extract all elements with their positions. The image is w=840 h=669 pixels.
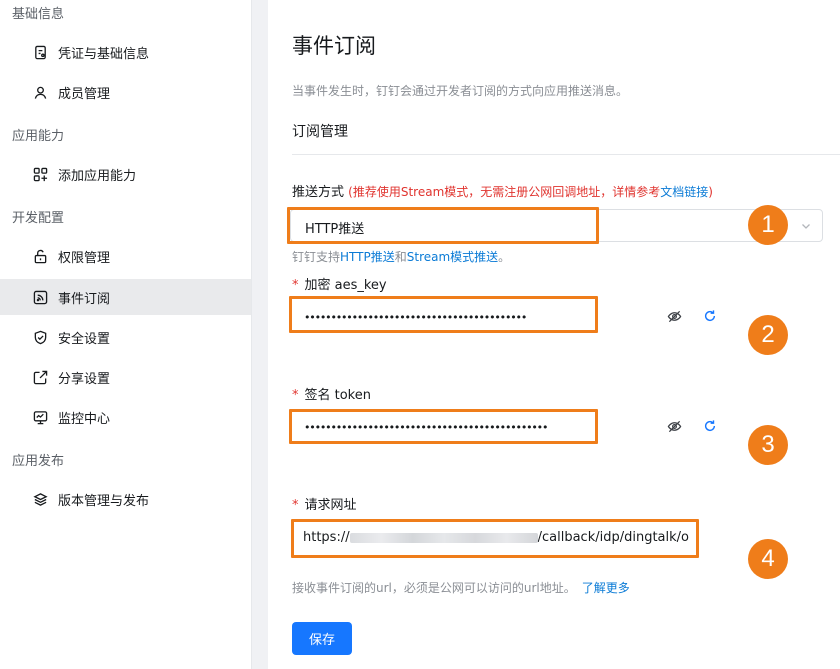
layers-icon bbox=[33, 492, 48, 507]
sidebar-item-label: 监控中心 bbox=[58, 411, 111, 427]
sidebar-item-label: 版本管理与发布 bbox=[58, 493, 150, 509]
sidebar-item-label: 添加应用能力 bbox=[58, 168, 137, 184]
learn-more-link[interactable]: 了解更多 bbox=[582, 581, 630, 595]
save-button[interactable]: 保存 bbox=[292, 622, 352, 655]
refresh-icon[interactable] bbox=[701, 417, 719, 435]
required-mark: * bbox=[292, 498, 299, 513]
nav-group-title: 基础信息 bbox=[12, 7, 65, 22]
chevron-down-icon bbox=[800, 220, 812, 232]
warning-suffix: ) bbox=[708, 185, 713, 199]
aes-key-label-row: * 加密 aes_key bbox=[292, 274, 387, 293]
hint-text: 和 bbox=[394, 250, 407, 264]
redacted-host bbox=[349, 532, 538, 543]
push-mode-label: 推送方式 bbox=[292, 185, 345, 200]
annotation-badge: 3 bbox=[748, 425, 788, 465]
aes-key-input[interactable]: ••••••••••••••••••••••••••••••••••••••••… bbox=[290, 301, 730, 334]
person-icon bbox=[33, 85, 48, 100]
sidebar-item-label: 凭证与基础信息 bbox=[58, 46, 150, 62]
hint-text: 。 bbox=[498, 250, 511, 264]
request-url-hint: 接收事件订阅的url，必须是公网可以访问的url地址。 了解更多 bbox=[292, 579, 630, 596]
page-title: 事件订阅 bbox=[292, 34, 376, 58]
request-url-input[interactable]: https:// /callback/idp/dingtalk/o bbox=[292, 520, 698, 558]
sidebar-item-credentials[interactable]: 凭证与基础信息 bbox=[0, 34, 251, 70]
push-mode-select[interactable]: HTTP推送 bbox=[290, 209, 823, 242]
sidebar-item-security[interactable]: 安全设置 bbox=[0, 319, 251, 355]
sidebar-item-label: 事件订阅 bbox=[58, 291, 111, 307]
sidebar-item-members[interactable]: 成员管理 bbox=[0, 74, 251, 110]
push-mode-label-row: 推送方式 (推荐使用Stream模式，无需注册公网回调地址，详情参考文档链接) bbox=[292, 181, 713, 200]
push-mode-hint: 钉钉支持HTTP推送和Stream模式推送。 bbox=[292, 248, 510, 265]
sidebar-item-label: 权限管理 bbox=[58, 250, 111, 266]
url-suffix: /callback/idp/dingtalk/o bbox=[537, 530, 689, 545]
sidebar-item-label: 分享设置 bbox=[58, 371, 111, 387]
nav-group-title: 开发配置 bbox=[12, 211, 65, 226]
annotation-badge: 1 bbox=[748, 205, 788, 245]
required-mark: * bbox=[292, 278, 299, 293]
nav-group-title: 应用能力 bbox=[12, 129, 65, 144]
share-icon bbox=[33, 370, 48, 385]
rss-icon bbox=[33, 290, 48, 305]
warning-text: (推荐使用Stream模式，无需注册公网回调地址，详情参考 bbox=[348, 185, 661, 199]
section-title: 订阅管理 bbox=[292, 124, 348, 140]
monitor-icon bbox=[33, 410, 48, 425]
token-input[interactable]: ••••••••••••••••••••••••••••••••••••••••… bbox=[290, 411, 730, 444]
credential-icon bbox=[33, 45, 48, 60]
required-mark: * bbox=[292, 388, 299, 403]
aes-key-masked-value: ••••••••••••••••••••••••••••••••••••••••… bbox=[304, 311, 527, 324]
sidebar-item-share[interactable]: 分享设置 bbox=[0, 359, 251, 395]
token-label: 签名 token bbox=[304, 388, 372, 403]
layout-gap bbox=[252, 0, 268, 669]
stream-push-link[interactable]: Stream模式推送 bbox=[407, 250, 498, 264]
sidebar-item-monitor[interactable]: 监控中心 bbox=[0, 399, 251, 435]
sidebar-item-permissions[interactable]: 权限管理 bbox=[0, 238, 251, 274]
request-url-value: https:// /callback/idp/dingtalk/o bbox=[303, 530, 689, 545]
token-masked-value: ••••••••••••••••••••••••••••••••••••••••… bbox=[304, 421, 548, 434]
sidebar-item-label: 成员管理 bbox=[58, 86, 111, 102]
doc-link[interactable]: 文档链接 bbox=[660, 185, 708, 199]
sidebar-item-add-capability[interactable]: 添加应用能力 bbox=[0, 156, 251, 192]
push-mode-value: HTTP推送 bbox=[305, 222, 365, 237]
nav-group-title: 应用发布 bbox=[12, 454, 65, 469]
sidebar-item-version-release[interactable]: 版本管理与发布 bbox=[0, 481, 251, 517]
hint-text: 接收事件订阅的url，必须是公网可以访问的url地址。 bbox=[292, 581, 576, 595]
annotation-badge: 4 bbox=[748, 539, 788, 579]
sidebar-item-event-subscription[interactable]: 事件订阅 bbox=[0, 279, 251, 315]
eye-off-icon[interactable] bbox=[665, 417, 683, 435]
sidebar: 基础信息 凭证与基础信息 成员管理 应用能力 添加应用能力 开发配置 权限管理 … bbox=[0, 0, 252, 669]
push-mode-warning: (推荐使用Stream模式，无需注册公网回调地址，详情参考文档链接) bbox=[348, 185, 713, 199]
page-description: 当事件发生时，钉钉会通过开发者订阅的方式向应用推送消息。 bbox=[292, 84, 629, 98]
add-capability-icon bbox=[33, 167, 48, 182]
http-push-link[interactable]: HTTP推送 bbox=[340, 250, 395, 264]
eye-off-icon[interactable] bbox=[665, 307, 683, 325]
token-label-row: * 签名 token bbox=[292, 384, 371, 403]
refresh-icon[interactable] bbox=[701, 307, 719, 325]
hint-text: 钉钉支持 bbox=[292, 250, 341, 264]
unlock-icon bbox=[33, 249, 48, 264]
shield-icon bbox=[33, 330, 48, 345]
divider bbox=[292, 154, 840, 155]
annotation-badge: 2 bbox=[748, 315, 788, 355]
aes-key-label: 加密 aes_key bbox=[304, 278, 387, 293]
request-url-label-row: * 请求网址 bbox=[292, 494, 357, 513]
url-prefix: https:// bbox=[303, 530, 350, 545]
sidebar-item-label: 安全设置 bbox=[58, 331, 111, 347]
request-url-label: 请求网址 bbox=[304, 498, 357, 513]
